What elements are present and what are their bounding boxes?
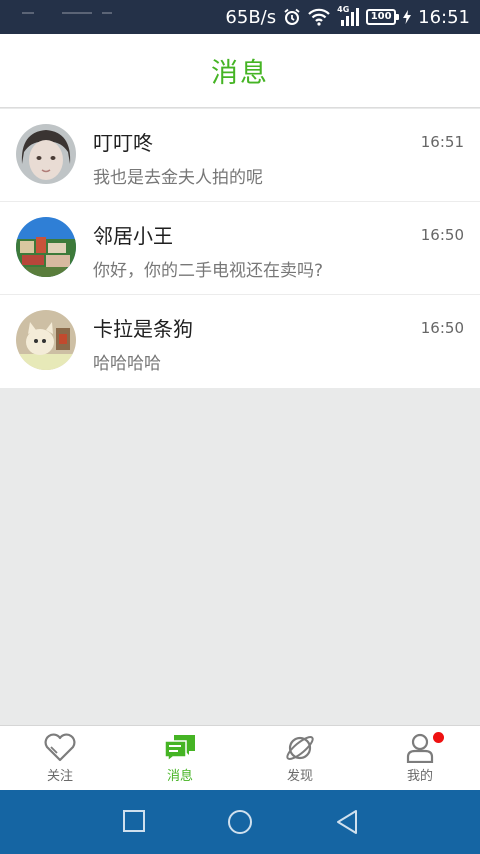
message-item[interactable]: 叮叮咚 我也是去金夫人拍的呢 16:51 (0, 109, 480, 202)
planet-icon (283, 733, 317, 763)
signal-icon: 4G (337, 5, 360, 27)
notification-badge (433, 732, 444, 743)
message-preview: 我也是去金夫人拍的呢 (93, 168, 263, 188)
tab-follow[interactable]: 关注 (0, 726, 120, 790)
tab-label: 关注 (46, 769, 73, 784)
recent-apps-icon[interactable] (121, 808, 147, 838)
charging-icon (403, 10, 412, 24)
alarm-icon (283, 8, 301, 26)
message-item[interactable]: 卡拉是条狗 哈哈哈哈 16:50 (0, 295, 480, 388)
tab-label: 发现 (286, 769, 313, 784)
battery-icon: 100 (366, 9, 400, 25)
person-icon (403, 733, 437, 763)
page-title: 消息 (211, 58, 269, 89)
net-speed: 65B/s (225, 6, 277, 28)
tab-label: 我的 (406, 769, 433, 784)
message-item[interactable]: 邻居小王 你好，你的二手电视还在卖吗? 16:50 (0, 202, 480, 295)
sender-name: 卡拉是条狗 (93, 317, 193, 341)
home-icon[interactable] (226, 808, 254, 840)
tab-label: 消息 (166, 769, 193, 784)
heart-icon (43, 733, 77, 763)
wifi-icon (308, 8, 330, 26)
tab-discover[interactable]: 发现 (240, 726, 360, 790)
avatar[interactable] (16, 310, 76, 370)
status-bar: 65B/s 4G 100 16:51 (0, 0, 480, 34)
tab-me[interactable]: 我的 (360, 726, 480, 790)
bottom-tab-bar: 关注 消息 发现 我的 (0, 725, 480, 790)
message-time: 16:50 (420, 226, 464, 244)
chat-bubble-icon (163, 733, 197, 763)
message-list: 叮叮咚 我也是去金夫人拍的呢 16:51 邻居小王 你好，你的二手电视还在卖吗?… (0, 109, 480, 388)
message-time: 16:51 (420, 133, 464, 151)
tab-messages[interactable]: 消息 (120, 726, 240, 790)
sender-name: 叮叮咚 (93, 131, 153, 155)
notification-placeholder (22, 12, 112, 14)
message-preview: 你好，你的二手电视还在卖吗? (93, 261, 324, 281)
avatar[interactable] (16, 217, 76, 277)
header: 消息 (0, 34, 480, 108)
message-preview: 哈哈哈哈 (93, 354, 161, 374)
navigation-bar (0, 790, 480, 854)
sender-name: 邻居小王 (93, 224, 173, 248)
status-time: 16:51 (418, 6, 470, 28)
avatar[interactable] (16, 124, 76, 184)
back-icon[interactable] (334, 808, 360, 840)
message-time: 16:50 (420, 319, 464, 337)
